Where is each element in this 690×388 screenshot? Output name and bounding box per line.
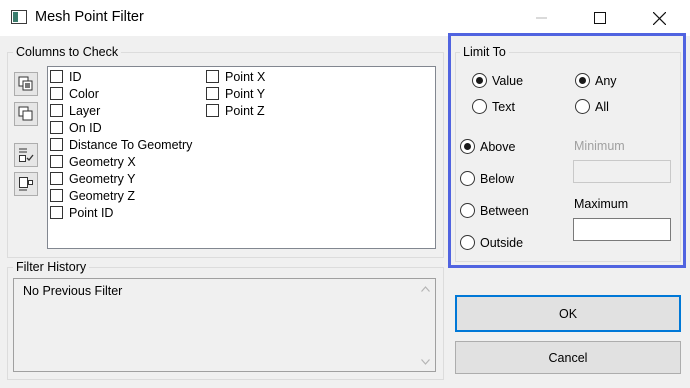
checkbox[interactable] <box>50 189 63 202</box>
above-radio[interactable]: Above <box>460 139 515 154</box>
radio-button[interactable] <box>460 235 475 250</box>
select-none-button[interactable] <box>14 102 38 126</box>
unchecklist-icon <box>19 177 33 191</box>
column-item-geometry-z[interactable]: Geometry Z <box>50 187 135 204</box>
close-icon <box>652 11 666 25</box>
column-item-geometry-x[interactable]: Geometry X <box>50 153 136 170</box>
radio-button[interactable] <box>460 139 475 154</box>
columns-list[interactable]: ID Color Layer On ID Distance To Geometr… <box>47 66 436 249</box>
copy-all-icon <box>18 76 33 91</box>
limit-to-label: Limit To <box>460 45 509 59</box>
maximize-button[interactable] <box>577 0 623 36</box>
checkbox[interactable] <box>50 206 63 219</box>
maximum-input[interactable] <box>573 218 671 241</box>
scroll-up-icon[interactable] <box>417 280 434 297</box>
radio-button[interactable] <box>460 171 475 186</box>
checkbox[interactable] <box>50 87 63 100</box>
radio-button[interactable] <box>472 73 487 88</box>
below-radio[interactable]: Below <box>460 171 514 186</box>
maximum-label: Maximum <box>574 197 629 211</box>
copy-icon <box>18 106 33 121</box>
checkbox[interactable] <box>50 104 63 117</box>
column-item-point-id[interactable]: Point ID <box>50 204 113 221</box>
any-radio[interactable]: Any <box>575 73 617 88</box>
scrollbar[interactable] <box>417 279 435 371</box>
filter-history-label: Filter History <box>13 260 90 274</box>
radio-button[interactable] <box>460 203 475 218</box>
column-item-geometry-y[interactable]: Geometry Y <box>50 170 135 187</box>
value-radio[interactable]: Value <box>472 73 523 88</box>
checkbox[interactable] <box>206 104 219 117</box>
column-item-color[interactable]: Color <box>50 85 99 102</box>
columns-group-label: Columns to Check <box>13 45 122 59</box>
minimize-icon <box>536 17 547 19</box>
filter-history-textarea[interactable]: No Previous Filter <box>13 278 436 372</box>
select-all-button[interactable] <box>14 72 38 96</box>
scroll-down-icon[interactable] <box>417 353 434 370</box>
radio-button[interactable] <box>472 99 487 114</box>
app-icon <box>11 10 27 24</box>
uncheck-selected-button[interactable] <box>14 172 38 196</box>
checkbox[interactable] <box>50 172 63 185</box>
minimize-button[interactable] <box>519 0 565 36</box>
radio-button[interactable] <box>575 73 590 88</box>
checkbox[interactable] <box>50 138 63 151</box>
between-radio[interactable]: Between <box>460 203 529 218</box>
outside-radio[interactable]: Outside <box>460 235 523 250</box>
ok-button[interactable]: OK <box>455 295 681 332</box>
column-item-point-y[interactable]: Point Y <box>206 85 265 102</box>
all-radio[interactable]: All <box>575 99 609 114</box>
column-item-id[interactable]: ID <box>50 68 82 85</box>
minimum-label: Minimum <box>574 139 625 153</box>
minimum-input <box>573 160 671 183</box>
checkbox[interactable] <box>206 87 219 100</box>
window-title: Mesh Point Filter <box>35 9 144 25</box>
column-item-point-x[interactable]: Point X <box>206 68 265 85</box>
filter-history-text: No Previous Filter <box>23 284 123 298</box>
column-item-on-id[interactable]: On ID <box>50 119 102 136</box>
column-item-distance-to-geometry[interactable]: Distance To Geometry <box>50 136 192 153</box>
maximize-icon <box>594 12 606 24</box>
column-item-layer[interactable]: Layer <box>50 102 100 119</box>
close-button[interactable] <box>636 0 682 36</box>
checklist-icon <box>19 148 34 162</box>
title-bar: Mesh Point Filter <box>0 0 690 36</box>
checkbox[interactable] <box>50 70 63 83</box>
column-item-point-z[interactable]: Point Z <box>206 102 265 119</box>
radio-button[interactable] <box>575 99 590 114</box>
checkbox[interactable] <box>50 155 63 168</box>
cancel-button[interactable]: Cancel <box>455 341 681 374</box>
checkbox[interactable] <box>206 70 219 83</box>
check-selected-button[interactable] <box>14 143 38 167</box>
checkbox[interactable] <box>50 121 63 134</box>
text-radio[interactable]: Text <box>472 99 515 114</box>
